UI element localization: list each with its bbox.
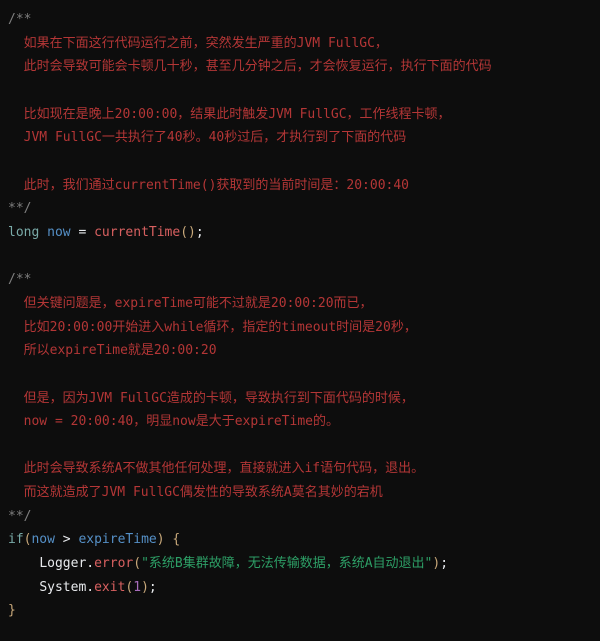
rparen: ) bbox=[141, 580, 149, 595]
lparen: ( bbox=[180, 225, 188, 240]
semicolon: ; bbox=[440, 556, 448, 571]
comment-line: 但是，因为JVM FullGC造成的卡顿，导致执行到下面代码的时候， bbox=[8, 391, 414, 406]
method-error: error bbox=[94, 556, 133, 571]
comment-close: **/ bbox=[8, 509, 31, 524]
lparen: ( bbox=[133, 556, 141, 571]
comment-line: 此时，我们通过currentTime()获取到的当前时间是：20:00:40 bbox=[8, 178, 409, 193]
method-exit: exit bbox=[94, 580, 125, 595]
equals: = bbox=[78, 225, 86, 240]
comment-line: 但关键问题是，expireTime可能不过就是20:00:20而已， bbox=[8, 296, 373, 311]
comment-line: 比如现在是晚上20:00:00，结果此时触发JVM FullGC，工作线程卡顿， bbox=[8, 107, 451, 122]
comment-line: 如果在下面这行代码运行之前，突然发生严重的JVM FullGC， bbox=[8, 36, 388, 51]
cls-Logger: Logger bbox=[39, 556, 86, 571]
comment-line: 所以expireTime就是20:00:20 bbox=[8, 343, 217, 358]
code-block: /** 如果在下面这行代码运行之前，突然发生严重的JVM FullGC， 此时会… bbox=[0, 0, 600, 631]
comment-open: /** bbox=[8, 12, 31, 27]
comment-line: JVM FullGC一共执行了40秒。40秒过后，才执行到了下面的代码 bbox=[8, 130, 406, 145]
rparen: ) bbox=[188, 225, 196, 240]
comment-open: /** bbox=[8, 272, 31, 287]
comment-line: 此时会导致系统A不做其他任何处理，直接就进入if语句代码，退出。 bbox=[8, 461, 424, 476]
dot: . bbox=[86, 580, 94, 595]
dot: . bbox=[86, 556, 94, 571]
var-now: now bbox=[47, 225, 70, 240]
gt: > bbox=[63, 532, 71, 547]
comment-line: 比如20:00:00开始进入while循环，指定的timeout时间是20秒， bbox=[8, 320, 417, 335]
lbrace: { bbox=[172, 532, 180, 547]
rparen: ) bbox=[157, 532, 165, 547]
number-1: 1 bbox=[133, 580, 141, 595]
comment-line: 此时会导致可能会卡顿几十秒，甚至几分钟之后，才会恢复运行，执行下面的代码 bbox=[8, 59, 492, 74]
rbrace: } bbox=[8, 603, 16, 618]
comment-close: **/ bbox=[8, 201, 31, 216]
if-keyword: if bbox=[8, 532, 24, 547]
comment-line: now = 20:00:40，明显now是大于expireTime的。 bbox=[8, 414, 339, 429]
var-now: now bbox=[31, 532, 54, 547]
var-expireTime: expireTime bbox=[78, 532, 156, 547]
string-literal: "系统B集群故障，无法传输数据，系统A自动退出" bbox=[141, 556, 432, 571]
cls-System: System bbox=[39, 580, 86, 595]
comment-line: 而这就造成了JVM FullGC偶发性的导致系统A莫名其妙的宕机 bbox=[8, 485, 383, 500]
type-keyword: long bbox=[8, 225, 39, 240]
semicolon: ; bbox=[149, 580, 157, 595]
fn-currentTime: currentTime bbox=[94, 225, 180, 240]
semicolon: ; bbox=[196, 225, 204, 240]
